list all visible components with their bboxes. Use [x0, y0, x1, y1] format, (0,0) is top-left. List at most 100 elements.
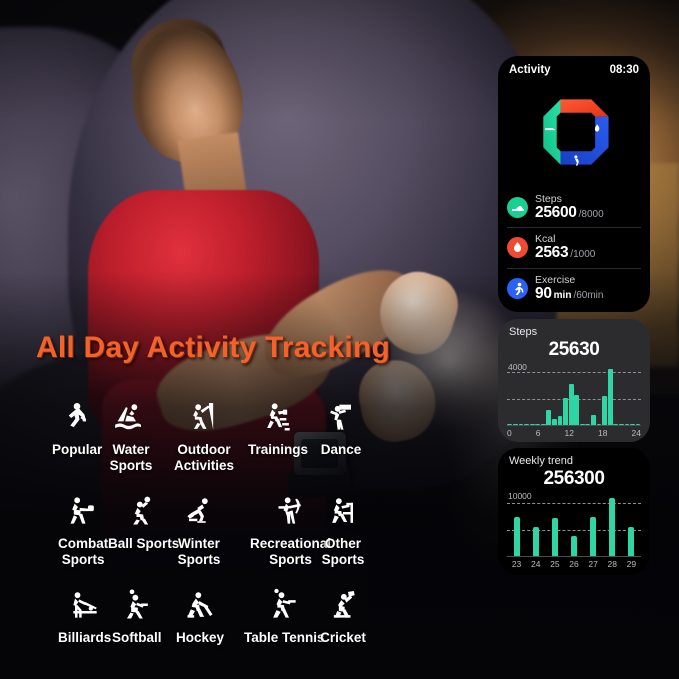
weekly-trend-card[interactable]: Weekly trend 256300 10000 23 24 25 26 27 28 29 — [498, 447, 650, 575]
chart-bar — [628, 527, 635, 557]
activity-stat-text: Steps 25600 /8000 — [535, 193, 604, 222]
sport-mode-table-tennis[interactable]: Table Tennis — [244, 583, 325, 646]
flame-icon — [507, 237, 528, 259]
chart-bar — [609, 497, 616, 557]
sport-mode-label: Combat Sports — [58, 536, 109, 567]
sports-row: Billiards Softball Hockey Table Tennis Crick… — [28, 583, 448, 653]
chart-bar — [607, 369, 613, 426]
boxing-icon — [60, 489, 106, 535]
table-tennis-icon — [261, 583, 307, 629]
chart-bar — [551, 517, 558, 557]
sport-mode-label: Billiards — [58, 630, 112, 645]
steps-x-tick-labels: 0 6 12 18 24 — [507, 428, 641, 438]
activity-card-header: Activity 08:30 — [498, 56, 650, 80]
chart-bar — [590, 516, 597, 557]
activity-stat-kcal[interactable]: Kcal 2563 /1000 — [507, 228, 641, 269]
activity-title: Activity — [509, 64, 551, 76]
steps-chart-title: Steps — [509, 325, 538, 338]
activity-stat-name: Exercise — [535, 273, 576, 286]
step-machine-icon — [255, 395, 301, 441]
activity-stat-unit: min — [553, 289, 572, 301]
chart-x-tick: 25 — [550, 558, 560, 569]
chart-x-tick: 6 — [535, 427, 541, 438]
sport-mode-cricket[interactable]: Cricket — [320, 583, 366, 646]
sport-mode-trainings[interactable]: Trainings — [248, 395, 308, 458]
ice-skating-icon — [176, 489, 222, 535]
sport-mode-winter-sports[interactable]: Winter Sports — [176, 489, 222, 567]
weekly-plot: 10000 — [507, 491, 641, 557]
sport-mode-label: Trainings — [248, 442, 309, 457]
sport-mode-popular[interactable]: Popular — [52, 395, 102, 458]
sport-mode-label: Softball — [112, 630, 162, 645]
activity-ring[interactable] — [498, 80, 650, 188]
chart-x-tick: 12 — [564, 427, 574, 438]
chart-x-tick: 28 — [607, 558, 617, 569]
activity-stat-text: Exercise 90 min /60min — [535, 273, 604, 302]
chart-x-tick: 24 — [530, 558, 541, 569]
sports-modes-grid: Popular Water Sports Outdoor Activities Tra… — [28, 395, 448, 653]
dance-icon — [318, 395, 364, 441]
chart-x-tick: 26 — [569, 558, 579, 569]
steps-chart-total: 25630 — [548, 338, 600, 360]
sport-mode-label: Popular — [52, 442, 103, 457]
sport-mode-label: Cricket — [320, 630, 366, 645]
sport-mode-label: Dance — [320, 442, 362, 457]
weekly-chart-title: Weekly trend — [509, 454, 573, 467]
sport-mode-ball-sports[interactable]: Ball Sports — [108, 489, 179, 552]
activity-stat-values: 90 min /60min — [535, 285, 604, 302]
sport-mode-recreational-sports[interactable]: Recreational Sports — [250, 489, 331, 567]
activity-stat-values: 25600 /8000 — [535, 204, 604, 222]
sport-mode-label: Recreational Sports — [250, 536, 332, 567]
shoe-icon — [507, 197, 528, 219]
weekly-chart-total: 256300 — [543, 467, 605, 489]
sport-mode-label: Hockey — [176, 630, 225, 645]
activity-stat-values: 2563 /1000 — [535, 244, 595, 262]
sports-row: Popular Water Sports Outdoor Activities Tra… — [28, 395, 448, 487]
climbing-icon — [181, 395, 227, 441]
chart-bar — [602, 396, 608, 426]
weekly-bar-series — [507, 493, 641, 557]
watch-ui-panels: Activity 08:30 Steps 25600 /8000 Kcal 25… — [498, 56, 650, 575]
sport-mode-label: Other Sports — [321, 536, 365, 567]
chart-bar — [532, 526, 539, 557]
activity-stat-value: 25600 — [535, 204, 577, 222]
activity-stat-goal: /60min — [573, 289, 604, 301]
billiards-icon — [62, 583, 108, 629]
activity-stat-steps[interactable]: Steps 25600 /8000 — [507, 188, 641, 229]
activity-stat-exercise[interactable]: Exercise 90 min /60min — [507, 269, 641, 308]
sport-mode-billiards[interactable]: Billiards — [58, 583, 111, 646]
hurdle-icon — [320, 489, 366, 535]
steps-x-axis — [507, 424, 641, 426]
running-icon — [54, 395, 100, 441]
steps-chart-card[interactable]: Steps 25630 4000 0 6 12 18 24 — [498, 318, 650, 442]
sport-mode-combat-sports[interactable]: Combat Sports — [58, 489, 108, 567]
chart-bar — [546, 410, 552, 426]
activity-stats-list: Steps 25600 /8000 Kcal 2563 /1000 Exercise 90… — [498, 188, 650, 308]
basketball-icon — [121, 489, 167, 535]
sport-mode-label: Winter Sports — [177, 536, 221, 567]
sport-mode-outdoor-activities[interactable]: Outdoor Activities — [174, 395, 234, 473]
softball-icon — [114, 583, 160, 629]
chart-x-tick: 0 — [507, 427, 512, 438]
sport-mode-label: Outdoor Activities — [174, 442, 235, 473]
sport-mode-other-sports[interactable]: Other Sports — [320, 489, 366, 567]
activity-stat-text: Kcal 2563 /1000 — [535, 234, 595, 261]
sport-mode-label: Table Tennis — [244, 630, 325, 645]
activity-stat-value: 2563 — [535, 244, 569, 262]
cricket-icon — [320, 583, 366, 629]
chart-x-tick: 27 — [588, 558, 598, 569]
activity-clock: 08:30 — [609, 64, 639, 76]
weekly-x-axis — [507, 555, 641, 557]
runner-icon — [507, 277, 528, 299]
sport-mode-label: Water Sports — [109, 442, 153, 473]
chart-bar — [568, 383, 574, 426]
sport-mode-hockey[interactable]: Hockey — [176, 583, 224, 646]
activity-ring-graphic — [543, 99, 609, 166]
activity-card: Activity 08:30 Steps 25600 /8000 Kcal 25… — [498, 56, 650, 312]
chart-x-tick: 24 — [631, 427, 641, 438]
sport-mode-water-sports[interactable]: Water Sports — [108, 395, 154, 473]
sports-row: Combat Sports Ball Sports Winter Sports Rec… — [28, 489, 448, 581]
sport-mode-softball[interactable]: Softball — [112, 583, 162, 646]
sport-mode-dance[interactable]: Dance — [318, 395, 364, 458]
chart-bar — [563, 397, 568, 426]
